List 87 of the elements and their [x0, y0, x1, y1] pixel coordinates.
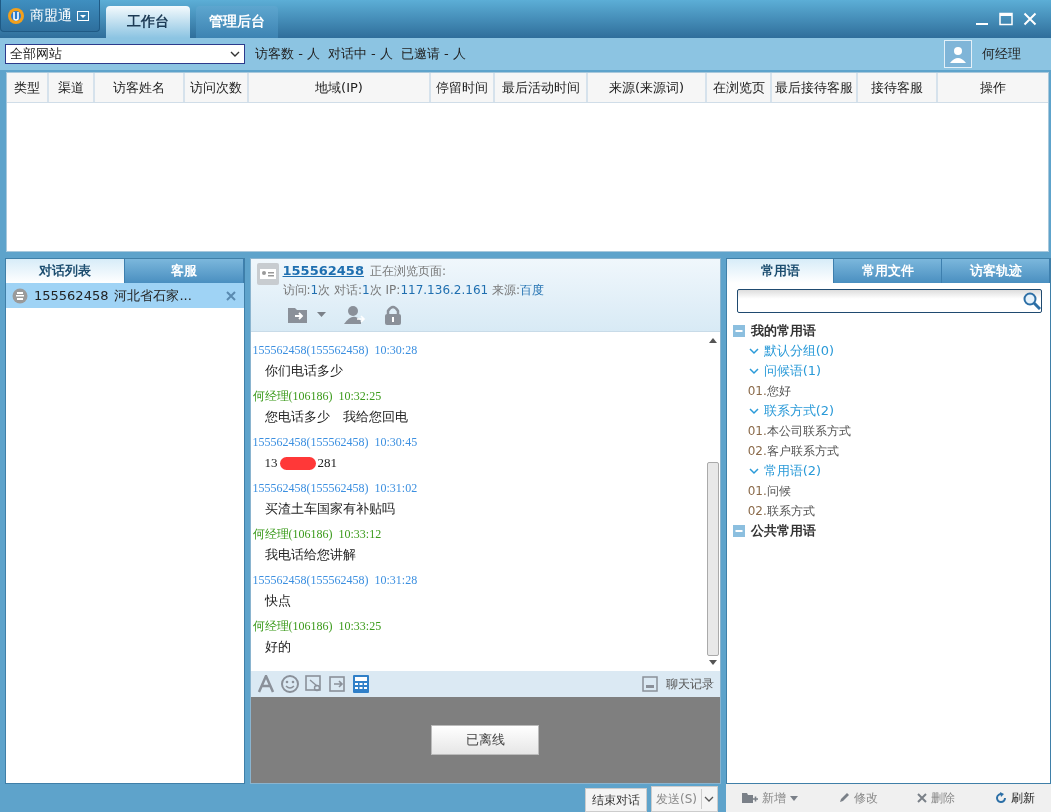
column-header: 接待客服 [858, 73, 938, 102]
conversation-location: 河北省石家... [114, 286, 192, 305]
add-folder-icon [742, 792, 758, 804]
app-menu-button[interactable]: 商盟通 [0, 0, 100, 32]
lock-icon[interactable] [383, 305, 402, 325]
column-header: 类型 [7, 73, 49, 102]
tree-root-item[interactable]: 我的常用语 [732, 321, 1044, 341]
offline-button[interactable]: 已离线 [431, 725, 540, 755]
send-file-icon[interactable] [328, 675, 347, 693]
message-text: 好的 [263, 638, 292, 656]
calculator-icon[interactable] [352, 675, 369, 693]
chevron-down-icon [230, 50, 240, 58]
chevron-icon[interactable] [748, 467, 759, 475]
visit-stats: 访问:1次 对话:1次 IP:117.136.2.161 来源:百度 [282, 282, 545, 299]
end-chat-button[interactable]: 结束对话 [585, 788, 647, 812]
search-icon[interactable] [1023, 292, 1041, 310]
browsing-status: 正在浏览页面: [369, 263, 446, 280]
tree-root-item[interactable]: 公共常用语 [732, 521, 1044, 541]
panel-tab[interactable]: 对话列表 [6, 259, 125, 283]
message-text: 买渣土车国家有补贴吗 [263, 500, 396, 518]
column-header: 停留时间 [431, 73, 495, 102]
dropdown-icon [77, 10, 89, 21]
chevron-icon[interactable] [748, 347, 759, 355]
logo-icon [7, 6, 25, 25]
search-field[interactable] [736, 289, 1042, 313]
message-text: 13 [264, 454, 278, 472]
message-sender: 155562458(155562458) 10:31:28 [252, 572, 419, 589]
conversation-name: 155562458 [34, 288, 109, 303]
column-header: 来源(来源词) [588, 73, 707, 102]
phrase-item[interactable]: 02.联系方式 [732, 501, 1044, 521]
collapse-icon[interactable] [732, 325, 745, 337]
emoji-icon[interactable] [280, 675, 299, 693]
chat-history-button[interactable]: 聊天记录 [641, 675, 714, 693]
message-sender: 155562458(155562458) 10:30:45 [252, 434, 419, 451]
user-name: 何经理 [982, 45, 1021, 63]
message-sender: 155562458(155562458) 10:30:28 [252, 342, 419, 359]
conversation-item[interactable]: 155562458 河北省石家... [6, 283, 244, 308]
visitor-status-icon [12, 287, 28, 304]
phrase-item[interactable]: 01.本公司联系方式 [732, 421, 1044, 441]
scroll-down-icon[interactable] [708, 660, 717, 665]
font-icon[interactable] [256, 675, 275, 693]
column-header: 地域(IP) [249, 73, 431, 102]
panel-tab[interactable]: 常用语 [726, 259, 835, 283]
visitor-stat: 访客数 - 人 [255, 45, 320, 63]
main-tab[interactable]: 工作台 [106, 6, 190, 38]
phrase-action[interactable]: 刷新 [994, 789, 1035, 807]
column-header: 最后接待客服 [772, 73, 858, 102]
message-sender: 何经理(106186) 10:32:25 [252, 388, 383, 405]
column-header: 访客姓名 [95, 73, 185, 102]
app-name: 商盟通 [30, 6, 72, 25]
avatar-icon [944, 40, 972, 68]
close-icon[interactable] [225, 290, 236, 301]
contact-card-icon [256, 263, 279, 285]
visitor-link[interactable]: 155562458 [282, 263, 364, 278]
history-icon [641, 676, 658, 692]
message-text: 我电话给您讲解 [263, 546, 357, 564]
pencil-icon [837, 792, 850, 804]
collapse-icon[interactable] [732, 525, 745, 537]
caret-icon[interactable] [316, 312, 326, 318]
column-header: 渠道 [49, 73, 95, 102]
message-text: 您电话多少 我给您回电 [263, 408, 409, 426]
maximize-icon[interactable] [999, 12, 1013, 26]
column-header: 最后活动时间 [495, 73, 588, 102]
message-text: 281 [317, 454, 338, 472]
phrase-item[interactable]: 01.问候 [732, 481, 1044, 501]
chevron-icon[interactable] [748, 407, 759, 415]
scroll-up-icon[interactable] [708, 338, 717, 343]
screenshot-icon[interactable] [304, 675, 323, 693]
message-text: 你们电话多少 [263, 362, 344, 380]
transfer-file-icon[interactable] [286, 305, 309, 325]
refresh-icon [994, 792, 1007, 804]
message-sender: 155562458(155562458) 10:31:02 [252, 480, 419, 497]
delete-icon [917, 793, 928, 803]
column-header: 访问次数 [185, 73, 249, 102]
phrase-item[interactable]: 02.客户联系方式 [732, 441, 1044, 461]
message-sender: 何经理(106186) 10:33:12 [252, 526, 383, 543]
visitor-stat: 对话中 - 人 [327, 45, 393, 63]
caret-icon [790, 795, 798, 801]
message-sender: 何经理(106186) 10:33:25 [252, 618, 383, 635]
visitor-stat: 已邀请 - 人 [400, 45, 466, 63]
column-header: 在浏览页 [707, 73, 772, 102]
chevron-icon[interactable] [748, 367, 759, 375]
transfer-user-icon[interactable] [343, 305, 366, 325]
site-select[interactable]: 全部网站 [5, 44, 245, 64]
message-text: 快点 [263, 592, 292, 610]
phrase-item[interactable]: 01.您好 [732, 381, 1044, 401]
column-header: 操作 [979, 78, 1007, 97]
